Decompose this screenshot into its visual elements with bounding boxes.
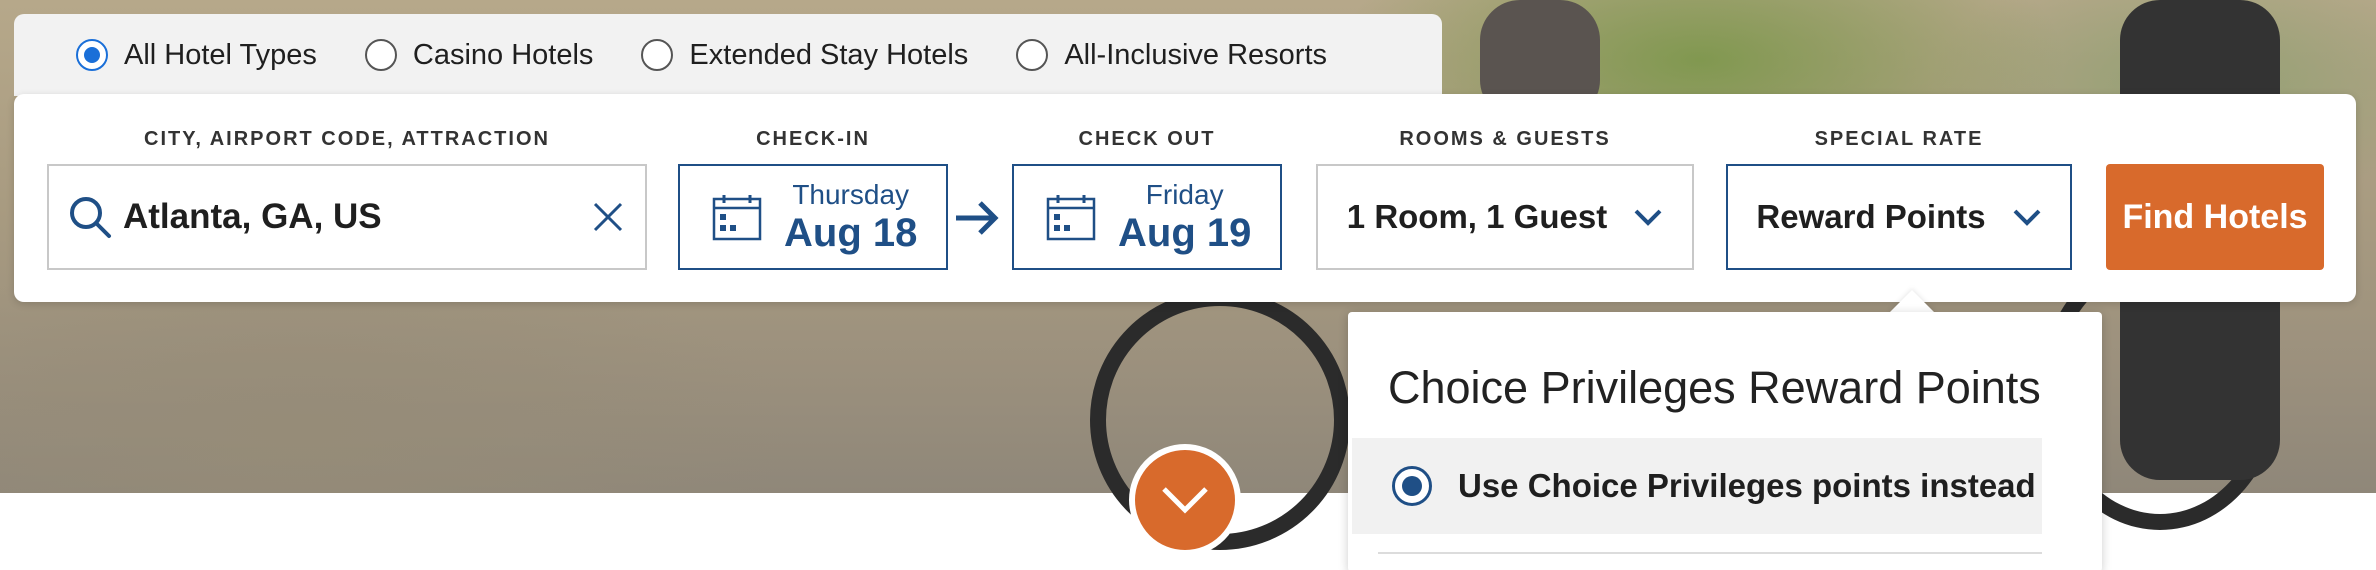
special-rate-value: Reward Points (1756, 198, 1986, 235)
arrow-right-icon (956, 201, 999, 235)
destination-input[interactable] (123, 197, 563, 237)
checkout-date: Aug 19 (1118, 211, 1252, 255)
checkout-date-picker[interactable]: Friday Aug 19 (1012, 164, 1282, 270)
radio-button[interactable] (76, 39, 108, 71)
chevron-down-icon (1162, 487, 1208, 514)
radio-button[interactable] (641, 39, 674, 71)
destination-field[interactable] (47, 164, 647, 270)
radio-button[interactable] (1016, 39, 1049, 71)
calendar-icon (712, 195, 762, 241)
rooms-guests-value: 1 Room, 1 Guest (1346, 198, 1608, 235)
hotel-type-label: All-Inclusive Resorts (1064, 38, 1327, 71)
scroll-down-button[interactable] (1129, 444, 1241, 556)
hotel-type-label: Extended Stay Hotels (689, 38, 969, 71)
use-points-label: Use Choice Privileges points instead (1458, 467, 2036, 504)
divider (1378, 552, 2042, 554)
special-rate-label: SPECIAL RATE (1814, 128, 1984, 150)
radio-button[interactable] (1392, 466, 1432, 506)
find-hotels-button[interactable]: Find Hotels (2106, 164, 2324, 270)
rooms-guests-select[interactable]: 1 Room, 1 Guest (1316, 164, 1694, 270)
calendar-icon (1046, 195, 1096, 241)
hotel-type-label: Casino Hotels (412, 38, 594, 71)
use-points-option[interactable]: Use Choice Privileges points instead (1352, 438, 2042, 534)
hotel-type-extended-stay[interactable]: Extended Stay Hotels (641, 39, 968, 72)
special-rate-dropdown: Choice Privileges Reward Points Use Choi… (1348, 312, 2102, 570)
radio-button[interactable] (364, 39, 397, 71)
checkout-day: Friday (1145, 179, 1224, 210)
rooms-guests-label: ROOMS & GUESTS (1399, 128, 1611, 150)
hotel-type-casino[interactable]: Casino Hotels (364, 38, 594, 72)
hotel-type-all-inclusive[interactable]: All-Inclusive Resorts (1016, 39, 1327, 72)
search-icon (70, 197, 111, 238)
checkout-label: CHECK OUT (1078, 128, 1216, 150)
close-icon[interactable] (591, 200, 625, 234)
hotel-type-filter: All Hotel Types Casino Hotels Extended S… (14, 14, 1442, 96)
checkin-label: CHECK-IN (756, 128, 870, 150)
special-rate-select[interactable]: Reward Points (1726, 164, 2072, 270)
hotel-type-all[interactable]: All Hotel Types (76, 39, 317, 72)
chevron-down-icon (1634, 209, 1662, 226)
dropdown-title: Choice Privileges Reward Points (1388, 362, 2041, 413)
hotel-search-bar: CITY, AIRPORT CODE, ATTRACTION CHECK-IN … (14, 94, 2356, 302)
chevron-down-icon (2013, 209, 2041, 226)
dropdown-caret (1888, 290, 1936, 314)
hotel-type-label: All Hotel Types (124, 38, 317, 71)
checkin-day: Thursday (792, 179, 910, 210)
destination-label: CITY, AIRPORT CODE, ATTRACTION (144, 128, 550, 150)
checkin-date: Aug 18 (784, 211, 918, 255)
checkin-date-picker[interactable]: Thursday Aug 18 (678, 164, 948, 270)
